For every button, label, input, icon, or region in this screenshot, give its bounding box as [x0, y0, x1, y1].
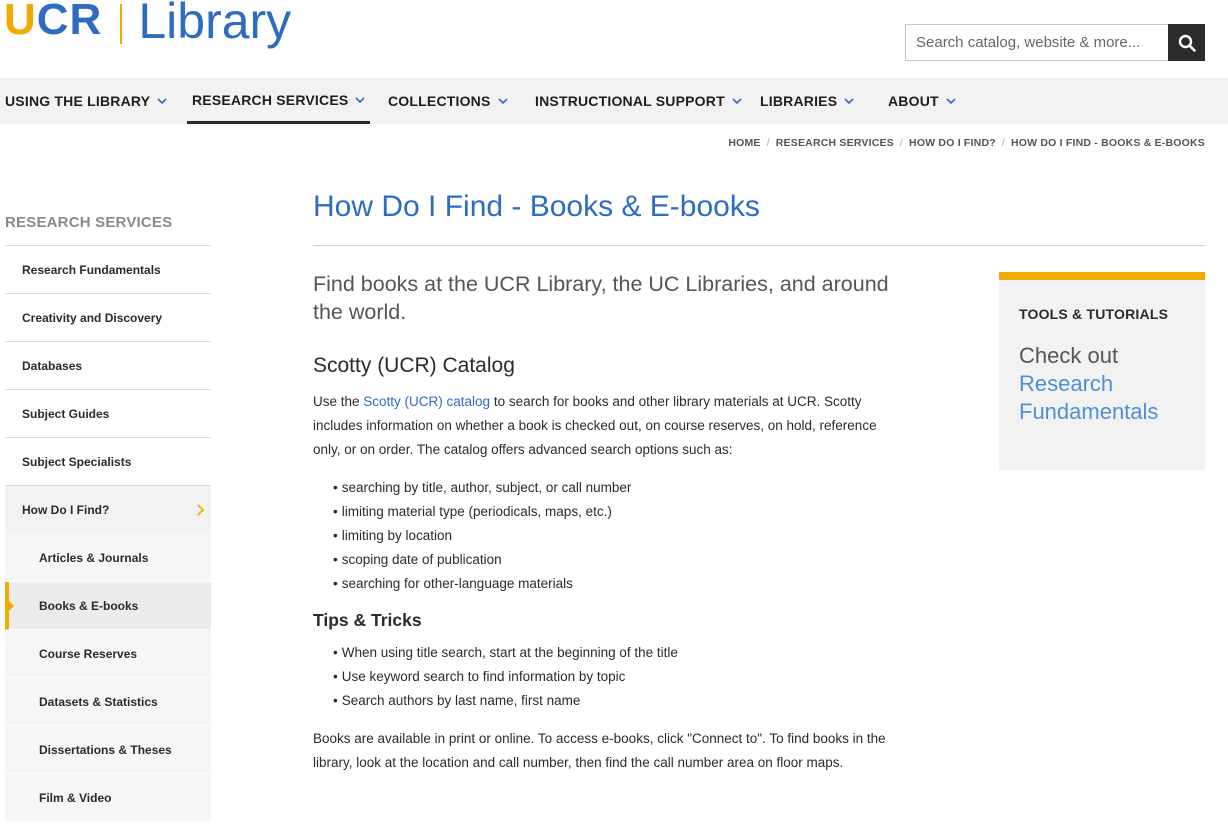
breadcrumb-separator: / — [766, 137, 770, 149]
scotty-catalog-link[interactable]: Scotty (UCR) catalog — [363, 394, 490, 409]
article-body: Find books at the UCR Library, the UC Li… — [313, 270, 893, 775]
section-heading-scotty: Scotty (UCR) Catalog — [313, 354, 515, 377]
list-item: Use keyword search to find information b… — [333, 665, 893, 689]
nav-about[interactable]: About — [888, 78, 956, 124]
nav-research-services[interactable]: Research Services — [187, 78, 371, 124]
list-item: Search authors by last name, first name — [333, 689, 893, 713]
access-description: Books are available in print or online. … — [313, 731, 886, 770]
list-item: searching for other-language materials — [333, 572, 893, 596]
sidebar-subitem-dissertations-theses[interactable]: Dissertations & Theses — [5, 726, 211, 774]
chevron-down-icon — [157, 98, 167, 105]
sidebar-item-label: How Do I Find? — [22, 503, 110, 517]
sidebar-item-databases[interactable]: Databases — [5, 342, 211, 390]
section-heading-tips: Tips & Tricks — [313, 610, 422, 630]
chevron-down-icon — [946, 98, 956, 105]
search-icon — [1178, 34, 1196, 52]
sidebar-subitem-books-ebooks[interactable]: Books & E-books — [5, 582, 211, 630]
list-item: limiting material type (periodicals, map… — [333, 500, 893, 524]
sidebar-subitem-film-video[interactable]: Film & Video — [5, 774, 211, 822]
chevron-down-icon — [844, 98, 854, 105]
breadcrumb-how-do-i-find[interactable]: HOW DO I FIND? — [909, 137, 996, 149]
search-input[interactable] — [905, 24, 1168, 61]
sidebar-item-research-fundamentals[interactable]: Research Fundamentals — [5, 246, 211, 294]
search-options-list: searching by title, author, subject, or … — [313, 476, 893, 596]
site-search — [905, 24, 1205, 61]
chevron-down-icon — [497, 98, 508, 105]
current-page-marker — [8, 600, 14, 612]
chevron-right-icon — [197, 504, 205, 516]
nav-collections[interactable]: Collections — [388, 78, 508, 124]
list-item: searching by title, author, subject, or … — [333, 476, 893, 500]
sidebar-item-how-do-i-find[interactable]: How Do I Find? — [5, 486, 211, 534]
sidebar-title: RESEARCH SERVICES — [5, 205, 211, 246]
scotty-description: Use the Scotty (UCR) catalog to search f… — [313, 394, 877, 457]
logo-divider — [120, 4, 123, 44]
chevron-down-icon — [732, 98, 742, 105]
sidebar-subitem-datasets-statistics[interactable]: Datasets & Statistics — [5, 678, 211, 726]
search-button[interactable] — [1168, 24, 1205, 61]
nav-libraries[interactable]: Libraries — [760, 78, 854, 124]
sidebar-item-label: Books & E-books — [39, 598, 139, 613]
sidebar-item-creativity-and-discovery[interactable]: Creativity and Discovery — [5, 294, 211, 342]
sidebar-item-subject-specialists[interactable]: Subject Specialists — [5, 438, 211, 486]
page-title: How Do I Find - Books & E-books — [313, 190, 1205, 246]
lede-text: Find books at the UCR Library, the UC Li… — [313, 272, 889, 324]
sidebar-subitem-course-reserves[interactable]: Course Reserves — [5, 630, 211, 678]
breadcrumb-home[interactable]: HOME — [728, 137, 760, 149]
tools-title: TOOLS & TUTORIALS — [1019, 306, 1169, 322]
breadcrumb-research-services[interactable]: RESEARCH SERVICES — [776, 137, 894, 149]
sidebar-item-subject-guides[interactable]: Subject Guides — [5, 390, 211, 438]
logo-ucr-wordmark: UCR — [4, 0, 103, 44]
breadcrumb-current: HOW DO I FIND - BOOKS & E-BOOKS — [1010, 137, 1205, 149]
research-fundamentals-link[interactable]: Research Fundamentals — [1019, 370, 1185, 426]
main-content: How Do I Find - Books & E-books Find boo… — [313, 190, 1205, 770]
main-nav: Using the Library Research Services Coll… — [0, 78, 1228, 124]
breadcrumb: HOME / RESEARCH SERVICES / HOW DO I FIND… — [728, 137, 1205, 149]
list-item: When using title search, start at the be… — [333, 641, 893, 665]
sidebar-subitem-articles-journals[interactable]: Articles & Journals — [5, 534, 211, 582]
ucr-library-logo[interactable]: UCR Library — [4, 0, 291, 46]
breadcrumb-separator: / — [899, 137, 904, 149]
breadcrumb-separator: / — [1001, 137, 1005, 149]
list-item: scoping date of publication — [333, 548, 893, 572]
site-header: UCR Library — [0, 0, 1228, 78]
nav-instructional-support[interactable]: Instructional Support — [535, 78, 742, 124]
tools-tutorials-box: TOOLS & TUTORIALS Check out Research Fun… — [999, 272, 1205, 470]
sidebar: RESEARCH SERVICES Research Fundamentals … — [5, 205, 211, 822]
tools-text: Check out Research Fundamentals — [1019, 342, 1185, 426]
logo-library-wordmark: Library — [138, 0, 292, 49]
nav-using-the-library[interactable]: Using the Library — [5, 78, 167, 124]
tips-list: When using title search, start at the be… — [313, 641, 893, 713]
list-item: limiting by location — [333, 524, 893, 548]
chevron-down-icon — [355, 96, 365, 103]
